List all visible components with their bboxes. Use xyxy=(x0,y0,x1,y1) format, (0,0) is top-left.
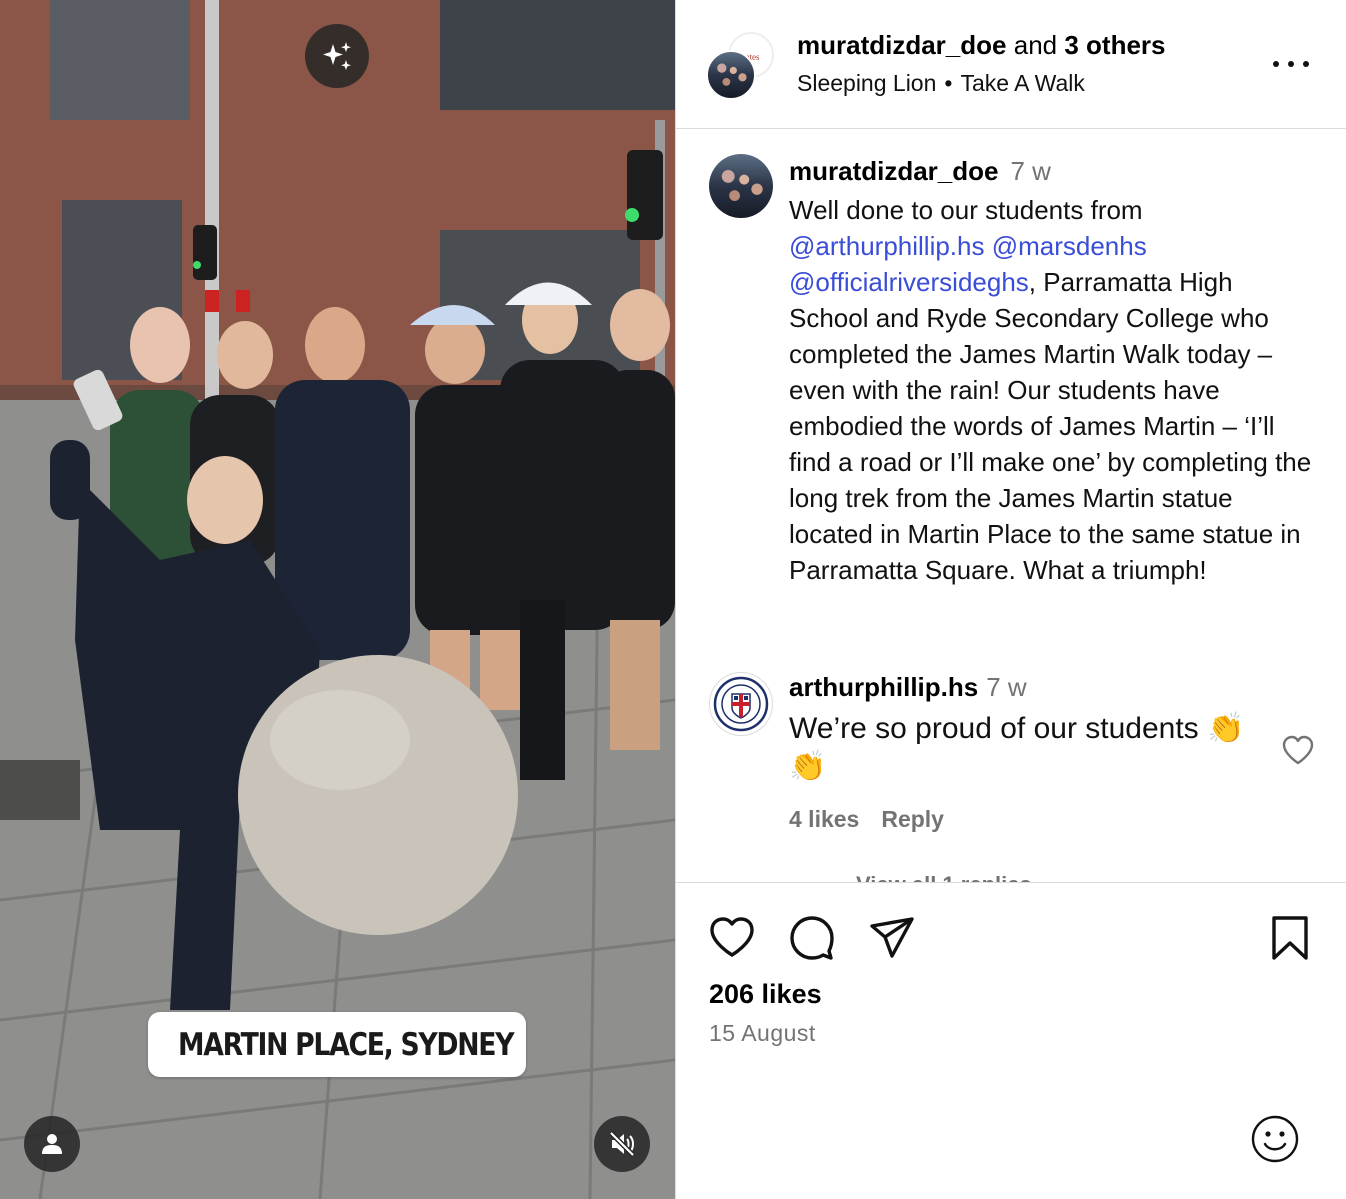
post-date[interactable]: 15 August xyxy=(709,1020,816,1047)
heart-outline-icon xyxy=(1282,735,1314,765)
audio-attribution[interactable]: Sleeping Lion • Take A Walk xyxy=(797,70,1085,97)
sparkles-icon xyxy=(323,42,351,70)
collab-avatars[interactable]: rates xyxy=(706,32,774,100)
location-sticker[interactable]: MARTIN PLACE, SYDNEY xyxy=(148,1012,526,1077)
person-icon xyxy=(42,1134,62,1154)
comment-username[interactable]: arthurphillip.hs xyxy=(789,672,978,702)
more-dot-icon xyxy=(1273,61,1279,67)
caption-text-start: Well done to our students from xyxy=(789,195,1143,225)
caption-time: 7 w xyxy=(1010,156,1051,186)
comment-likes[interactable]: 4 likes xyxy=(789,806,859,832)
comment-header: arthurphillip.hs 7 w xyxy=(789,672,1027,703)
caption-header: muratdizdar_doe 7 w xyxy=(789,156,1051,187)
comment-avatar[interactable] xyxy=(709,672,773,736)
mention-link[interactable]: @arthurphillip.hs xyxy=(789,231,984,261)
comment-text: We’re so proud of our students 👏👏 xyxy=(789,712,1245,783)
emoji-picker-button[interactable] xyxy=(1250,1114,1300,1164)
comment-time: 7 w xyxy=(986,672,1027,702)
caption-avatar[interactable] xyxy=(709,154,773,218)
location-label: MARTIN PLACE, SYDNEY xyxy=(178,1026,515,1063)
paper-plane-icon xyxy=(870,917,914,958)
author-username[interactable]: muratdizdar_doe xyxy=(797,30,1007,60)
post-authors[interactable]: muratdizdar_doe and 3 others xyxy=(797,30,1166,61)
post-header: rates muratdizdar_doe and 3 others Sleep… xyxy=(676,0,1346,129)
post-media[interactable]: MARTIN PLACE, SYDNEY xyxy=(0,0,675,1199)
comments-section[interactable]: muratdizdar_doe 7 w Well done to our stud… xyxy=(676,130,1346,883)
more-dot-icon xyxy=(1288,61,1294,67)
collab-others-link[interactable]: 3 others xyxy=(1064,30,1165,60)
share-button[interactable] xyxy=(868,914,916,962)
audio-toggle-button[interactable] xyxy=(594,1116,650,1172)
mention-link[interactable]: @officialriversideghs xyxy=(789,267,1029,297)
author-avatar xyxy=(706,50,756,100)
collab-joiner: and xyxy=(1013,30,1058,60)
audio-track[interactable]: Take A Walk xyxy=(960,70,1084,96)
audio-separator: • xyxy=(944,70,953,96)
mention-link[interactable]: @marsdenhs xyxy=(992,231,1147,261)
more-dot-icon xyxy=(1303,61,1309,67)
caption-text-end: , Parramatta High School and Ryde Second… xyxy=(789,267,1312,585)
speaker-muted-icon xyxy=(609,1131,635,1157)
school-crest-icon xyxy=(713,676,769,732)
comment-meta: 4 likes Reply xyxy=(789,806,966,833)
smiley-icon xyxy=(1251,1115,1299,1163)
comment-reply-button[interactable]: Reply xyxy=(881,806,944,832)
post-likes-count[interactable]: 206 likes xyxy=(709,979,822,1010)
like-button[interactable] xyxy=(708,914,756,962)
effects-button[interactable] xyxy=(305,24,369,88)
post-side-panel: rates muratdizdar_doe and 3 others Sleep… xyxy=(675,0,1346,1199)
comment-bubble-icon xyxy=(790,916,834,960)
post-actions: 206 likes 15 August xyxy=(676,884,1346,1199)
save-button[interactable] xyxy=(1266,914,1314,962)
caption-text: Well done to our students from @arthurph… xyxy=(789,192,1319,588)
tagged-users-button[interactable] xyxy=(24,1116,80,1172)
audio-artist[interactable]: Sleeping Lion xyxy=(797,70,936,96)
comment-button[interactable] xyxy=(788,914,836,962)
caption-username[interactable]: muratdizdar_doe xyxy=(789,156,999,186)
bookmark-icon xyxy=(1272,916,1308,960)
comment-like-button[interactable] xyxy=(1281,734,1315,766)
heart-icon xyxy=(710,917,754,957)
more-options-button[interactable] xyxy=(1273,50,1309,78)
view-replies-button[interactable]: View all 1 replies xyxy=(856,872,1032,882)
